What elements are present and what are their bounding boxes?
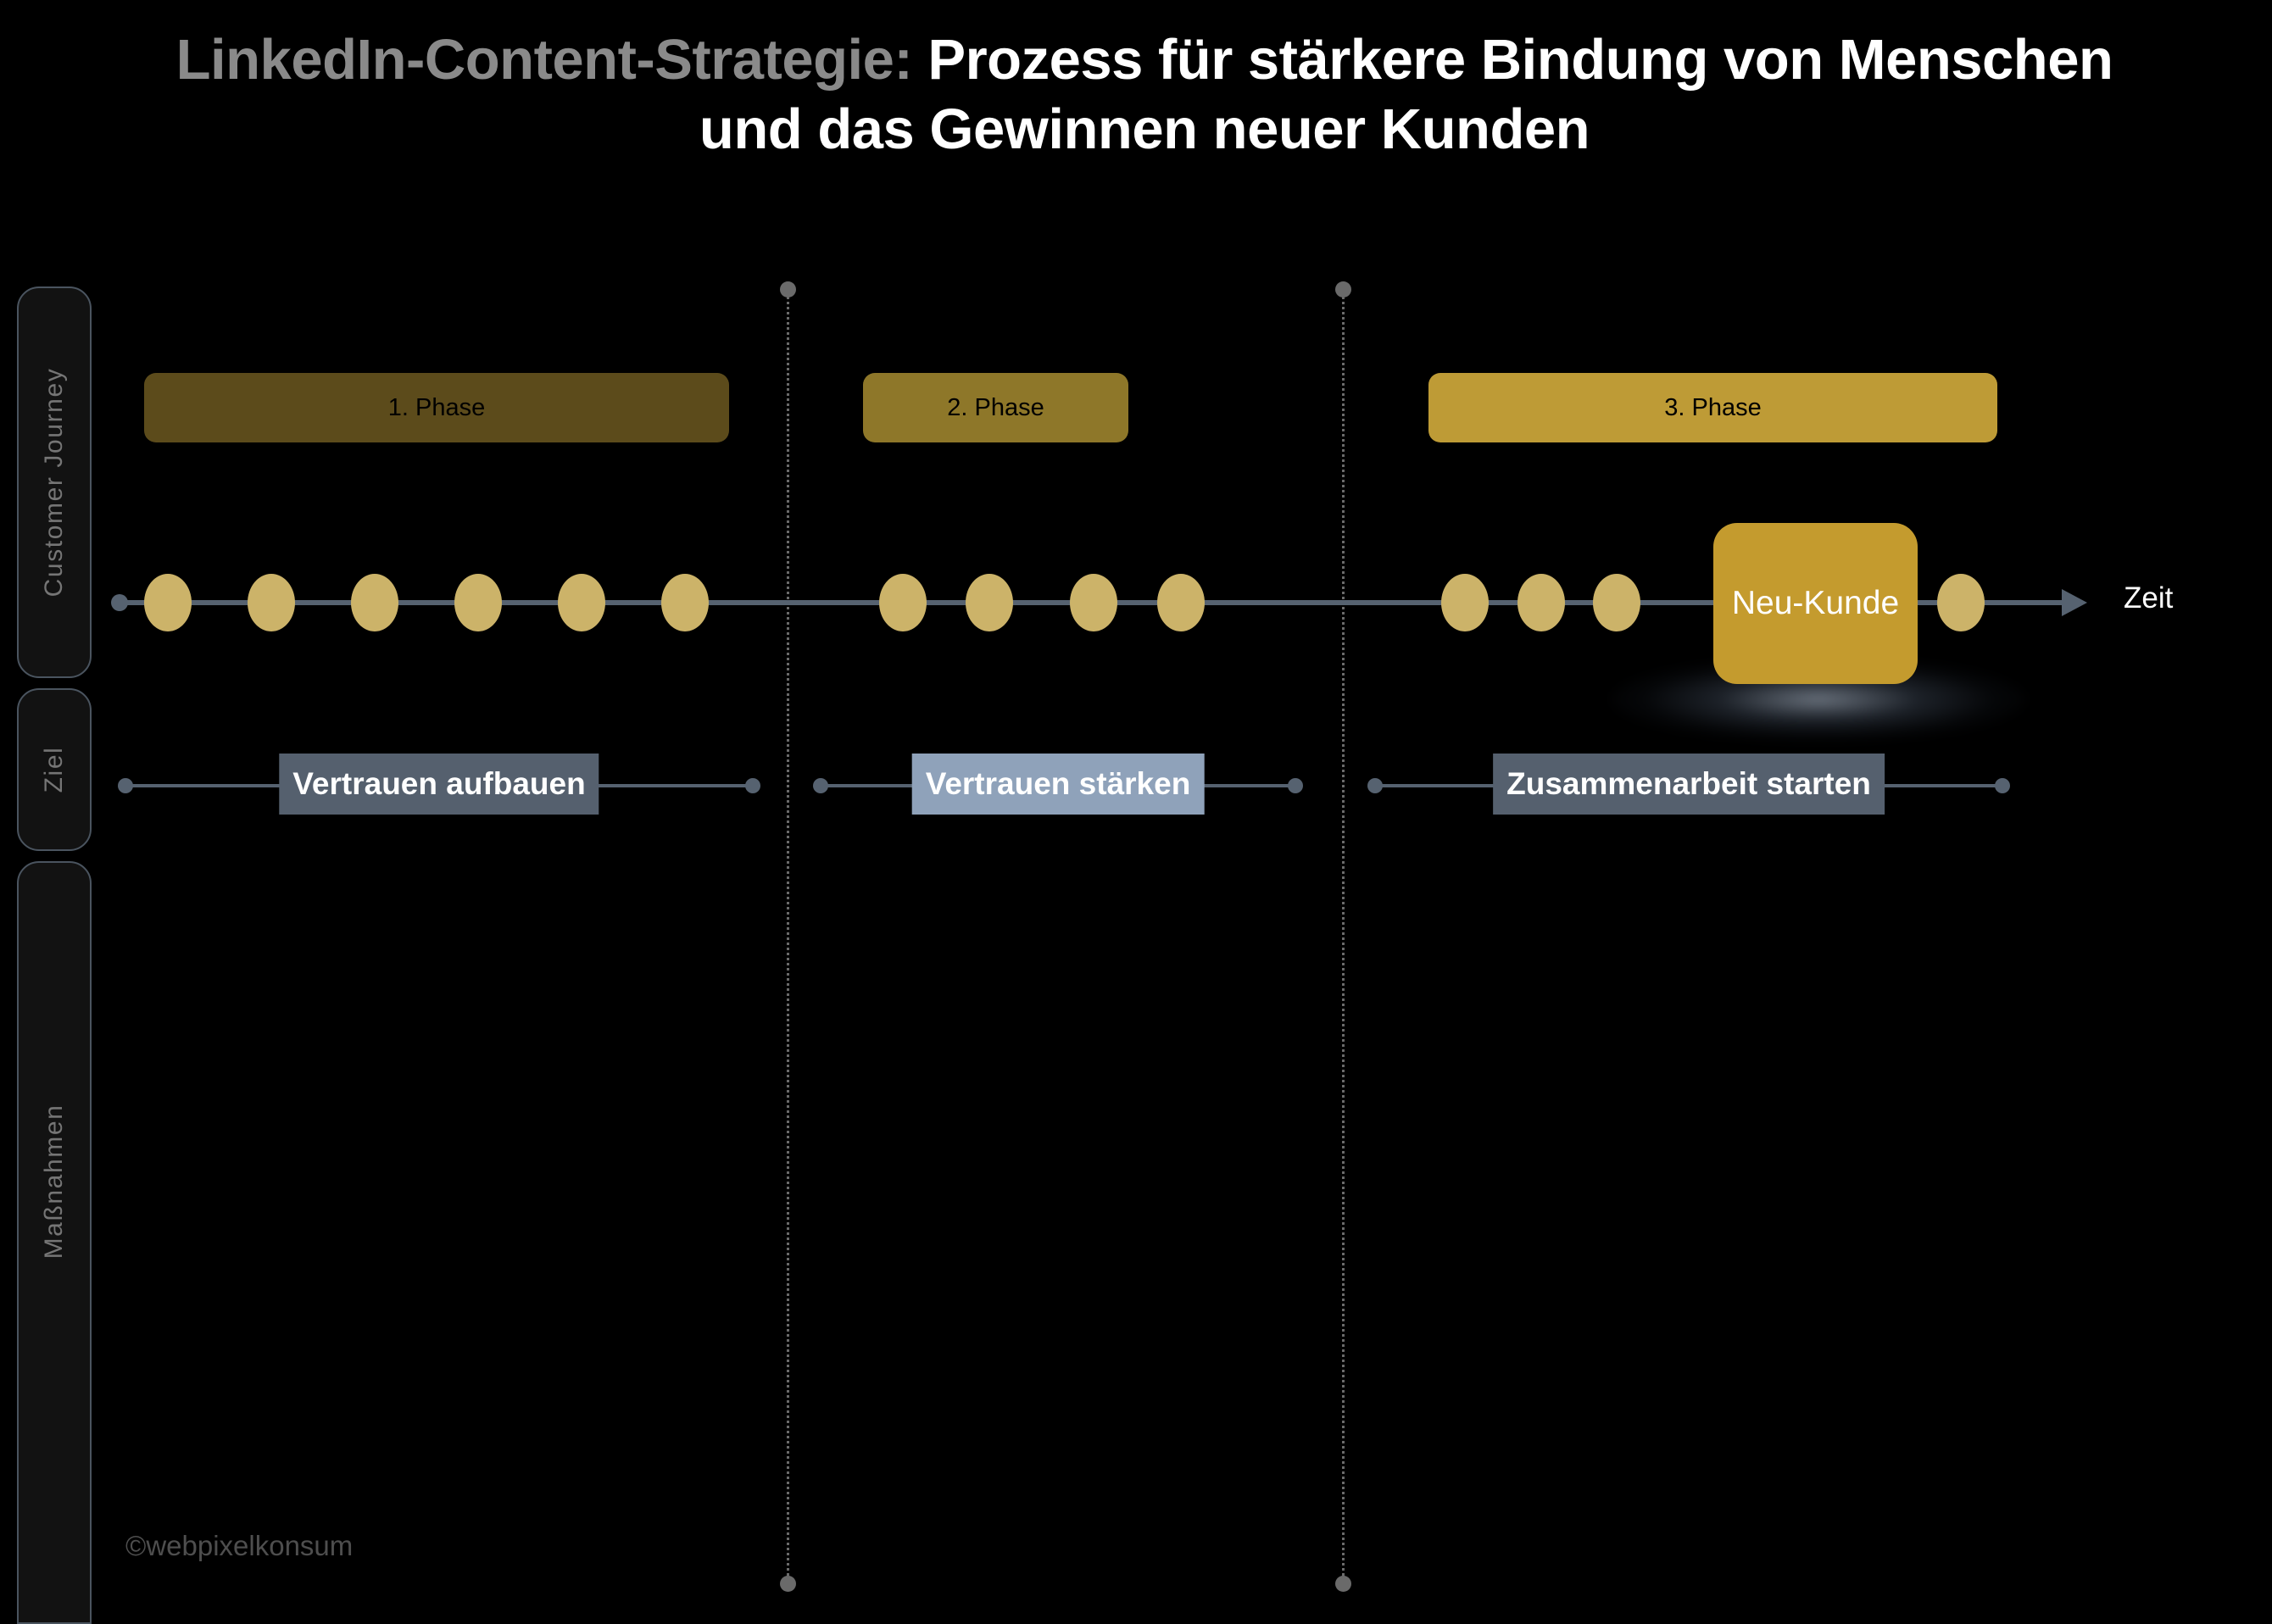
journey-dot-1[interactable] — [144, 574, 192, 631]
phase-bar-2[interactable]: 2. Phase — [863, 373, 1128, 442]
phase-divider-1 — [780, 281, 796, 1592]
slide-canvas: LinkedIn-Content-Strategie: Prozess für … — [0, 0, 2272, 1624]
ziel-group-1: Vertrauen aufbauen — [118, 754, 760, 815]
timeline-arrow-icon — [2062, 589, 2087, 616]
swimlane-customer-journey: Customer Journey — [17, 286, 92, 678]
journey-dot-4[interactable] — [454, 574, 502, 631]
neu-kunde-label: Neu-Kunde — [1731, 585, 1900, 621]
divider-cap-bottom-icon — [1335, 1576, 1351, 1592]
neu-kunde-node[interactable]: Neu-Kunde — [1713, 523, 1918, 684]
swimlane-label-massnahmen: Maßnahmen — [40, 1104, 68, 1260]
swimlane-label-customer-journey: Customer Journey — [40, 367, 68, 598]
ziel-label-text: Vertrauen stärken — [925, 766, 1191, 801]
ziel-label-text: Vertrauen aufbauen — [292, 766, 586, 801]
timeline-axis-label: Zeit — [2124, 581, 2174, 615]
phase-bar-3[interactable]: 3. Phase — [1428, 373, 1997, 442]
phase-bar-label-1: 1. Phase — [387, 393, 486, 421]
ziel-group-2: Vertrauen stärken — [813, 754, 1303, 815]
ziel-label-3[interactable]: Zusammenarbeit starten — [1493, 754, 1885, 815]
journey-dot-3[interactable] — [351, 574, 398, 631]
ziel-endcap-left-icon — [1367, 778, 1383, 793]
ziel-group-3: Zusammenarbeit starten — [1367, 754, 2010, 815]
ziel-endcap-right-icon — [1995, 778, 2010, 793]
ziel-label-text: Zusammenarbeit starten — [1506, 766, 1871, 801]
ziel-label-2[interactable]: Vertrauen stärken — [911, 754, 1205, 815]
swimlane-label-ziel: Ziel — [40, 746, 68, 793]
journey-dot-5[interactable] — [558, 574, 605, 631]
journey-dot-9[interactable] — [1070, 574, 1117, 631]
page-title: LinkedIn-Content-Strategie: Prozess für … — [127, 25, 2162, 164]
ziel-endcap-left-icon — [118, 778, 133, 793]
ziel-endcap-right-icon — [745, 778, 760, 793]
journey-dot-12[interactable] — [1517, 574, 1565, 631]
journey-dot-6[interactable] — [661, 574, 709, 631]
divider-cap-top-icon — [1335, 281, 1351, 298]
ziel-endcap-left-icon — [813, 778, 828, 793]
phase-bar-label-2: 2. Phase — [947, 393, 1044, 421]
swimlane-ziel: Ziel — [17, 688, 92, 851]
journey-dot-7[interactable] — [879, 574, 927, 631]
journey-dot-2[interactable] — [248, 574, 295, 631]
divider-cap-bottom-icon — [780, 1576, 796, 1592]
title-main-text: Prozess für stärkere Bindung von Mensche… — [699, 28, 2113, 161]
journey-dot-10[interactable] — [1157, 574, 1205, 631]
ziel-label-1[interactable]: Vertrauen aufbauen — [279, 754, 599, 815]
swimlane-massnahmen: Maßnahmen — [17, 861, 92, 1624]
phase-divider-2 — [1335, 281, 1351, 1592]
copyright-text: ©webpixelkonsum — [125, 1530, 354, 1561]
ziel-endcap-right-icon — [1288, 778, 1303, 793]
divider-cap-top-icon — [780, 281, 796, 298]
journey-dot-14[interactable] — [1937, 574, 1985, 631]
title-lead-text: LinkedIn-Content-Strategie: — [175, 28, 913, 92]
journey-dot-8[interactable] — [966, 574, 1013, 631]
journey-dot-13[interactable] — [1593, 574, 1640, 631]
phase-bar-1[interactable]: 1. Phase — [144, 373, 729, 442]
journey-dot-11[interactable] — [1441, 574, 1489, 631]
phase-bar-label-3: 3. Phase — [1664, 393, 1762, 421]
